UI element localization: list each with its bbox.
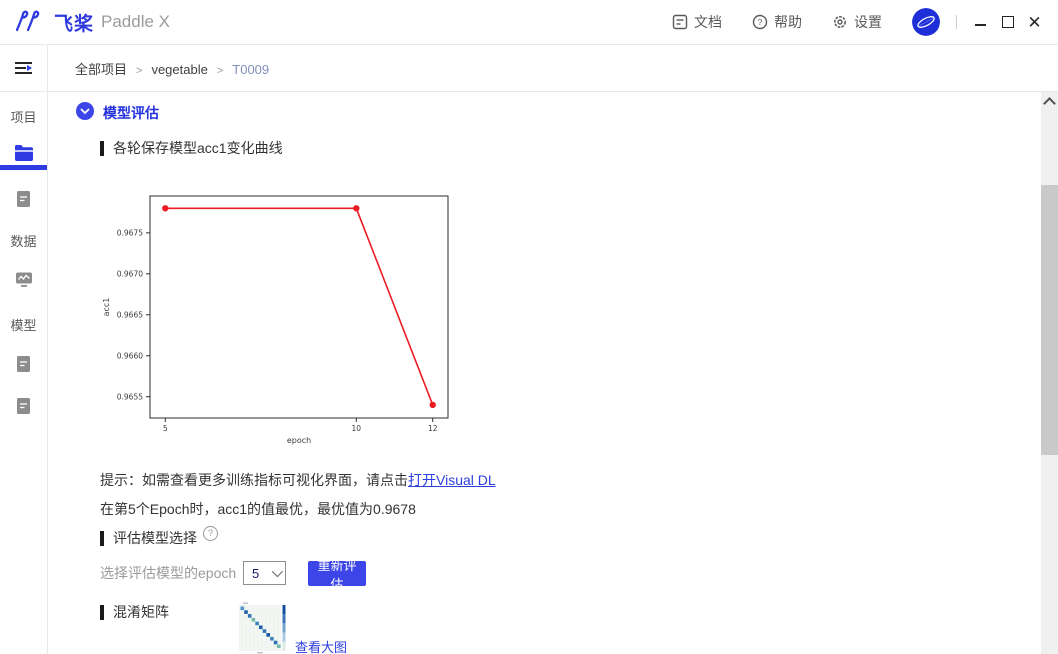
- best-epoch-text: 在第5个Epoch时，acc1的值最优，最优值为0.9678: [100, 499, 416, 519]
- svg-text:acc1: acc1: [102, 298, 111, 317]
- scroll-up-icon[interactable]: [1044, 96, 1054, 106]
- section-bar-marker: [100, 141, 104, 156]
- menu-item-label: 设置: [854, 12, 882, 32]
- maximize-button[interactable]: [994, 8, 1021, 36]
- svg-text:?: ?: [758, 17, 763, 27]
- minimize-button[interactable]: [967, 8, 994, 36]
- sidebar-item-model-doc-1[interactable]: [0, 355, 47, 373]
- sidebar-item-project-doc[interactable]: [0, 190, 47, 208]
- vertical-scrollbar[interactable]: [1041, 92, 1058, 654]
- epoch-select-label: 选择评估模型的epoch: [100, 561, 236, 585]
- monitor-chart-icon: [15, 271, 33, 288]
- help-icon: ?: [752, 14, 768, 30]
- curve-section-header: 各轮保存模型acc1变化曲线: [100, 138, 283, 158]
- paddle-logo-icon: [14, 10, 50, 34]
- breadcrumb-item-task: T0009: [232, 62, 269, 77]
- file-icon: [16, 355, 31, 373]
- main-content: 模型评估 各轮保存模型acc1变化曲线 0.96750.96700.96650.…: [48, 92, 1041, 654]
- minimize-icon: [975, 24, 986, 26]
- svg-text:0.9655: 0.9655: [117, 392, 143, 401]
- breadcrumb-item-project[interactable]: vegetable: [151, 62, 207, 77]
- acc1-chart: 0.9675 0.9670 0.9665 0.9660 0.9655 5 10 12 epoch…: [100, 192, 470, 452]
- logo-text-cn: 飞桨: [54, 9, 94, 36]
- sidebar-toggle-button[interactable]: [0, 45, 47, 92]
- svg-text:0.9670: 0.9670: [117, 269, 143, 278]
- breadcrumb-separator: >: [136, 65, 142, 77]
- collapse-section-button[interactable]: [76, 102, 94, 120]
- close-icon: ✕: [1027, 14, 1041, 31]
- svg-text:epoch: epoch: [287, 436, 311, 445]
- breadcrumb-bar: 全部项目 > vegetable > T0009: [48, 45, 1058, 92]
- gear-icon: [832, 14, 848, 30]
- breadcrumb: 全部项目 > vegetable > T0009: [75, 59, 278, 78]
- menu-unfold-icon: [15, 62, 32, 74]
- chevron-down-icon: [80, 108, 90, 115]
- menu-item-label: 帮助: [774, 12, 802, 32]
- open-visualdl-link[interactable]: 打开Visual DL: [408, 472, 496, 488]
- sidebar: 项目 数据 模型: [0, 45, 48, 654]
- menu-item-help[interactable]: ? 帮助: [752, 12, 802, 32]
- menu-item-label: 文档: [694, 12, 722, 32]
- menu-item-settings[interactable]: 设置: [832, 12, 882, 32]
- confusion-section-header: 混淆矩阵: [100, 602, 169, 622]
- sidebar-group-label-project: 项目: [0, 107, 47, 126]
- epoch-select[interactable]: 5: [243, 561, 286, 585]
- sidebar-item-data-monitor[interactable]: [0, 271, 47, 288]
- svg-text:12: 12: [428, 424, 438, 433]
- maximize-icon: [1002, 16, 1014, 28]
- chevron-down-icon: [272, 566, 283, 577]
- menu-item-docs[interactable]: 文档: [672, 12, 722, 32]
- window-controls-divider: [956, 15, 957, 29]
- app-header: 飞桨 Paddle X 文档 ? 帮助 设置: [0, 0, 1058, 45]
- page-title: 模型评估: [103, 103, 159, 123]
- epoch-select-value: 5: [252, 566, 259, 581]
- logo-text-en: Paddle X: [101, 12, 170, 32]
- confusion-section-title: 混淆矩阵: [113, 602, 169, 622]
- view-large-link[interactable]: 查看大图: [295, 637, 347, 654]
- curve-section-title: 各轮保存模型acc1变化曲线: [113, 138, 283, 158]
- folder-icon: [14, 144, 34, 162]
- section-bar-marker: [100, 531, 104, 546]
- svg-text:10: 10: [352, 424, 362, 433]
- section-bar-marker: [100, 605, 104, 620]
- eval-section-header: 评估模型选择 ?: [100, 528, 218, 548]
- eval-section-title: 评估模型选择: [113, 528, 197, 548]
- file-icon: [16, 397, 31, 415]
- file-icon: [16, 190, 31, 208]
- svg-text:5: 5: [163, 424, 168, 433]
- visualdl-tip: 提示：如需查看更多训练指标可视化界面，请点击打开Visual DL: [100, 470, 496, 490]
- question-circle-icon[interactable]: ?: [203, 526, 218, 541]
- scrollbar-thumb[interactable]: [1041, 185, 1058, 455]
- confusion-matrix-thumbnail[interactable]: [239, 602, 286, 654]
- avatar[interactable]: [912, 8, 940, 36]
- sidebar-item-project-list[interactable]: [0, 144, 47, 162]
- sidebar-item-model-doc-2[interactable]: [0, 397, 47, 415]
- svg-text:0.9660: 0.9660: [117, 351, 143, 360]
- sidebar-group-label-model: 模型: [0, 315, 47, 334]
- doc-icon: [672, 14, 688, 30]
- re-evaluate-button[interactable]: 重新评估: [308, 561, 366, 586]
- breadcrumb-separator: >: [217, 65, 223, 77]
- paddle-logo: 飞桨 Paddle X: [14, 9, 170, 36]
- breadcrumb-item-all-projects[interactable]: 全部项目: [75, 62, 127, 77]
- svg-text:0.9675: 0.9675: [117, 228, 143, 237]
- sidebar-group-label-data: 数据: [0, 231, 47, 250]
- svg-text:0.9665: 0.9665: [117, 310, 143, 319]
- tip-text: 提示：如需查看更多训练指标可视化界面，请点击: [100, 472, 408, 488]
- sidebar-active-indicator: [0, 165, 47, 170]
- close-button[interactable]: ✕: [1021, 8, 1048, 36]
